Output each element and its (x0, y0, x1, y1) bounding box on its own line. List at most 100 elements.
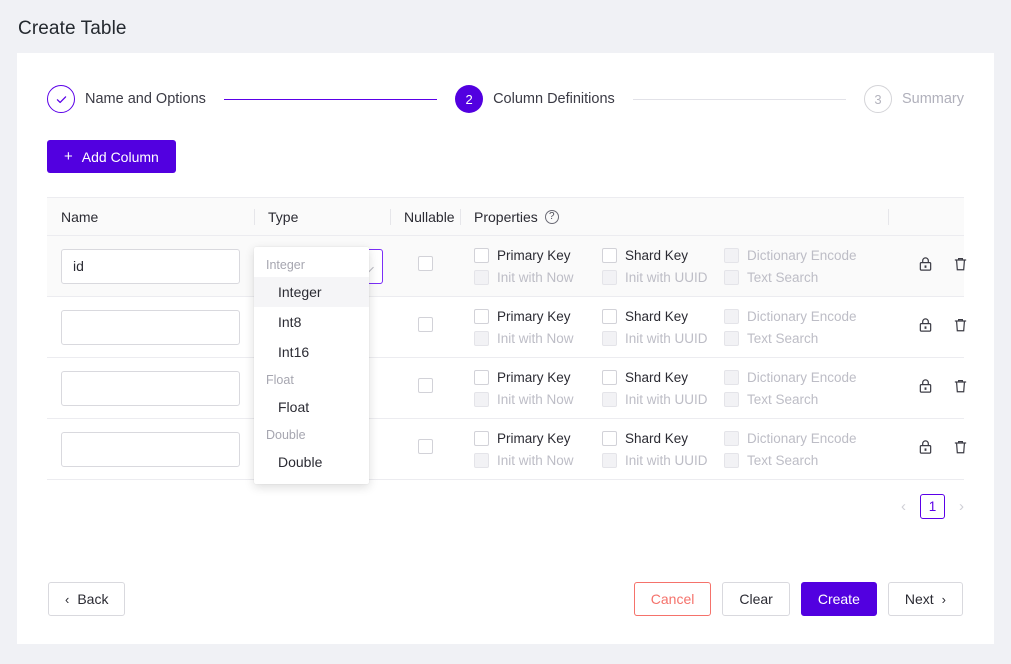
dropdown-group-integer: Integer (254, 252, 369, 277)
lock-icon[interactable] (918, 256, 933, 277)
init-with-now-label: Init with Now (497, 331, 574, 346)
text-search-label: Text Search (747, 453, 818, 468)
init-with-now-label: Init with Now (497, 270, 574, 285)
dropdown-option-float[interactable]: Float (254, 392, 369, 422)
cell-properties: Primary Key Shard Key Dictionary Encode (460, 419, 888, 480)
shard-key-label: Shard Key (625, 309, 688, 324)
prop-shard-key[interactable]: Shard Key (602, 309, 724, 324)
column-name-input[interactable] (61, 310, 240, 345)
prop-init-with-uuid: Init with UUID (602, 270, 724, 285)
add-column-label: Add Column (82, 149, 159, 165)
prop-dictionary-encode: Dictionary Encode (724, 431, 874, 446)
shard-key-checkbox[interactable] (602, 248, 617, 263)
prop-init-with-now: Init with Now (474, 331, 602, 346)
step-column-definitions[interactable]: 2 Column Definitions (455, 85, 615, 113)
step-name-and-options[interactable]: Name and Options (47, 85, 206, 113)
init-with-uuid-label: Init with UUID (625, 453, 708, 468)
cell-name (47, 419, 254, 480)
column-name-input[interactable] (61, 249, 240, 284)
next-button[interactable]: Next › (888, 582, 963, 616)
dropdown-option-integer[interactable]: Integer (254, 277, 369, 307)
step-3-badge: 3 (864, 85, 892, 113)
dropdown-option-int16[interactable]: Int16 (254, 337, 369, 367)
dictionary-encode-label: Dictionary Encode (747, 248, 857, 263)
primary-key-label: Primary Key (497, 309, 571, 324)
shard-key-checkbox[interactable] (602, 370, 617, 385)
cell-actions (888, 419, 964, 480)
add-column-button[interactable]: + Add Column (47, 140, 176, 173)
prop-primary-key[interactable]: Primary Key (474, 431, 602, 446)
dictionary-encode-checkbox (724, 431, 739, 446)
trash-icon[interactable] (953, 378, 968, 399)
back-label: Back (77, 591, 108, 607)
text-search-label: Text Search (747, 270, 818, 285)
trash-icon[interactable] (953, 317, 968, 338)
pagination-prev-icon[interactable]: ‹ (901, 498, 906, 515)
pagination-next-icon[interactable]: › (959, 498, 964, 515)
shard-key-checkbox[interactable] (602, 431, 617, 446)
shard-key-label: Shard Key (625, 370, 688, 385)
prop-shard-key[interactable]: Shard Key (602, 248, 724, 263)
stepper-connector-2 (633, 99, 846, 100)
footer-actions: ‹ Back Cancel Clear Create Next › (17, 582, 994, 616)
nullable-checkbox[interactable] (418, 378, 433, 393)
table-header-row: Name Type Nullable Properties ? (47, 198, 964, 236)
table-body: Primary Key Shard Key Dictionary Encode (47, 236, 964, 480)
trash-icon[interactable] (953, 439, 968, 460)
lock-icon[interactable] (918, 378, 933, 399)
dropdown-option-int8[interactable]: Int8 (254, 307, 369, 337)
init-with-uuid-label: Init with UUID (625, 392, 708, 407)
col-header-nullable: Nullable (390, 198, 460, 236)
cell-actions (888, 297, 964, 358)
prop-primary-key[interactable]: Primary Key (474, 309, 602, 324)
columns-table: Name Type Nullable Properties ? (47, 197, 964, 480)
back-button[interactable]: ‹ Back (48, 582, 125, 616)
col-header-type: Type (254, 198, 390, 236)
column-name-input[interactable] (61, 432, 240, 467)
col-header-properties-label: Properties (474, 209, 538, 225)
create-button[interactable]: Create (801, 582, 877, 616)
nullable-checkbox[interactable] (418, 256, 433, 271)
chevron-right-icon: › (942, 593, 946, 606)
col-header-properties: Properties ? (460, 198, 888, 236)
nullable-checkbox[interactable] (418, 317, 433, 332)
help-icon[interactable]: ? (545, 210, 559, 224)
cell-properties: Primary Key Shard Key Dictionary Encode (460, 297, 888, 358)
trash-icon[interactable] (953, 256, 968, 277)
text-search-checkbox (724, 392, 739, 407)
dropdown-option-double[interactable]: Double (254, 447, 369, 477)
text-search-label: Text Search (747, 331, 818, 346)
cell-nullable (390, 236, 460, 297)
init-with-now-label: Init with Now (497, 392, 574, 407)
cancel-button[interactable]: Cancel (634, 582, 712, 616)
cell-properties: Primary Key Shard Key Dictionary Encode (460, 236, 888, 297)
type-dropdown-menu[interactable]: Integer Integer Int8 Int16 Float Float D… (254, 247, 369, 484)
lock-icon[interactable] (918, 439, 933, 460)
prop-primary-key[interactable]: Primary Key (474, 248, 602, 263)
step-summary[interactable]: 3 Summary (864, 85, 964, 113)
shard-key-checkbox[interactable] (602, 309, 617, 324)
pagination-page-1[interactable]: 1 (920, 494, 945, 519)
primary-key-checkbox[interactable] (474, 309, 489, 324)
table-head: Name Type Nullable Properties ? (47, 198, 964, 236)
prop-shard-key[interactable]: Shard Key (602, 431, 724, 446)
column-name-input[interactable] (61, 371, 240, 406)
prop-shard-key[interactable]: Shard Key (602, 370, 724, 385)
prop-primary-key[interactable]: Primary Key (474, 370, 602, 385)
prop-text-search: Text Search (724, 331, 874, 346)
init-with-now-label: Init with Now (497, 453, 574, 468)
cell-name (47, 358, 254, 419)
wizard-stepper: Name and Options 2 Column Definitions 3 … (17, 53, 994, 113)
primary-key-checkbox[interactable] (474, 370, 489, 385)
dictionary-encode-checkbox (724, 248, 739, 263)
nullable-checkbox[interactable] (418, 439, 433, 454)
lock-icon[interactable] (918, 317, 933, 338)
primary-key-checkbox[interactable] (474, 431, 489, 446)
text-search-checkbox (724, 453, 739, 468)
text-search-checkbox (724, 270, 739, 285)
prop-dictionary-encode: Dictionary Encode (724, 370, 874, 385)
clear-button[interactable]: Clear (722, 582, 789, 616)
primary-key-checkbox[interactable] (474, 248, 489, 263)
table-row: Primary Key Shard Key Dictionary Encode (47, 297, 964, 358)
init-with-now-checkbox (474, 331, 489, 346)
